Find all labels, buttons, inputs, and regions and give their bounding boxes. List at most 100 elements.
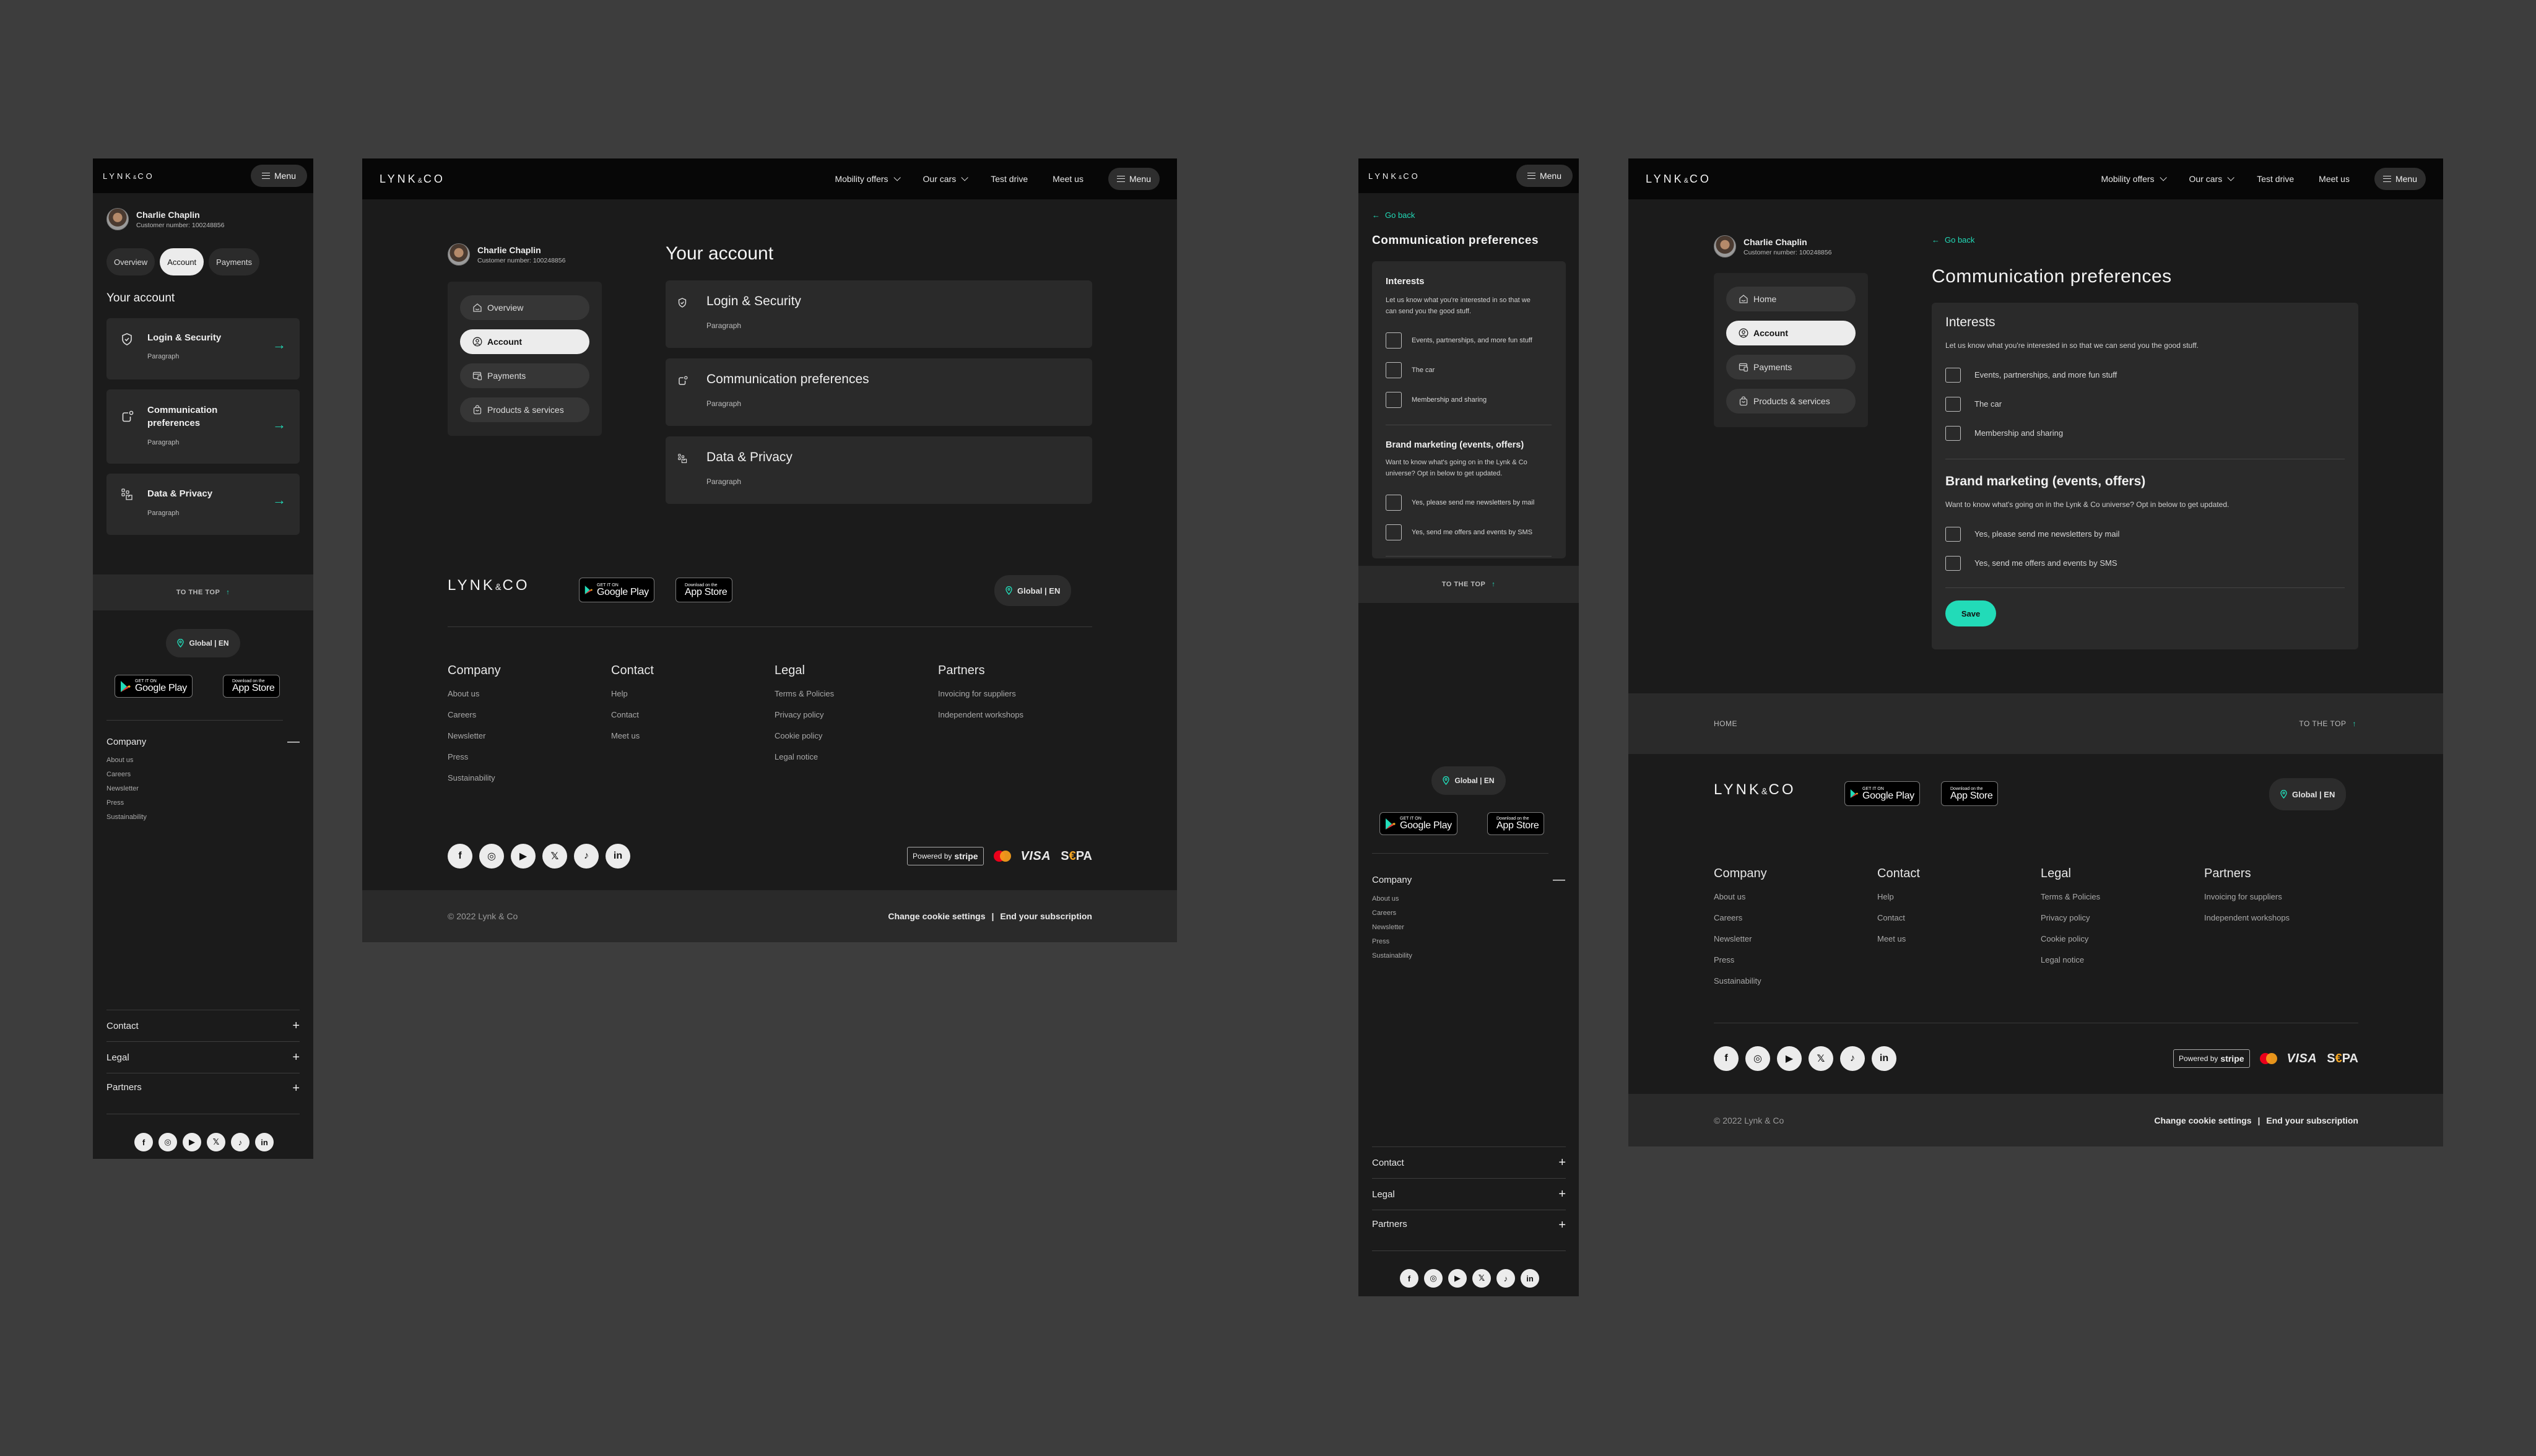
checkbox-sms[interactable]: Yes, send me offers and events by SMS xyxy=(1386,518,1552,547)
footer-link[interactable]: Careers xyxy=(448,710,611,719)
card-data-privacy[interactable]: Data & Privacy Paragraph xyxy=(666,436,1092,504)
x-icon[interactable]: 𝕏 xyxy=(1809,1046,1833,1071)
checkbox-membership[interactable]: Membership and sharing xyxy=(1945,418,2345,448)
checkbox-sms[interactable]: Yes, send me offers and events by SMS xyxy=(1945,548,2345,578)
checkbox[interactable] xyxy=(1386,362,1402,379)
menu-button[interactable]: Menu xyxy=(1516,165,1573,187)
menu-button[interactable]: Menu xyxy=(1108,168,1160,190)
checkbox[interactable] xyxy=(1386,524,1402,541)
region-selector[interactable]: Global | EN xyxy=(166,629,240,657)
nav-our-cars[interactable]: Our cars xyxy=(2189,174,2235,184)
card-login-security[interactable]: Login & Security Paragraph xyxy=(666,280,1092,348)
checkbox-the-car[interactable]: The car xyxy=(1945,389,2345,418)
save-button[interactable]: Save xyxy=(1945,600,1996,627)
cookie-settings-link[interactable]: Change cookie settings xyxy=(2154,1116,2251,1125)
footer-link[interactable]: Meet us xyxy=(1877,934,2041,943)
checkbox-the-car[interactable]: The car xyxy=(1386,355,1552,385)
nav-mobility-offers[interactable]: Mobility offers xyxy=(2101,174,2167,184)
accordion-company[interactable]: Company — xyxy=(1372,873,1565,886)
nav-mobility-offers[interactable]: Mobility offers xyxy=(835,174,901,184)
cookie-settings-link[interactable]: Change cookie settings xyxy=(888,911,985,921)
app-store-badge[interactable]: Download on the App Store xyxy=(675,578,733,602)
footer-link[interactable]: Newsletter xyxy=(1372,924,1412,931)
footer-link[interactable]: Newsletter xyxy=(106,785,147,792)
tiktok-icon[interactable]: ♪ xyxy=(1840,1046,1865,1071)
footer-link[interactable]: Careers xyxy=(1372,909,1412,917)
linkedin-icon[interactable]: in xyxy=(1872,1046,1896,1071)
linkedin-icon[interactable]: in xyxy=(255,1133,274,1151)
footer-link[interactable]: Invoicing for suppliers xyxy=(938,689,1092,698)
sidebar-item-payments[interactable]: Payments xyxy=(1726,355,1856,379)
lynk-co-logo[interactable]: LYNK&CO xyxy=(380,173,445,186)
instagram-icon[interactable]: ◎ xyxy=(158,1133,177,1151)
card-communication-preferences[interactable]: Communication preferences Paragraph xyxy=(666,358,1092,426)
accordion-legal[interactable]: Legal + xyxy=(106,1042,300,1073)
nav-meet-us[interactable]: Meet us xyxy=(1053,174,1083,184)
footer-link[interactable]: Press xyxy=(106,799,147,807)
checkbox-membership[interactable]: Membership and sharing xyxy=(1386,385,1552,415)
footer-logo[interactable]: LYNK&CO xyxy=(1714,781,1796,799)
footer-link[interactable]: Legal notice xyxy=(775,752,938,761)
lynk-co-logo[interactable]: LYNK&CO xyxy=(1646,173,1711,186)
facebook-icon[interactable]: f xyxy=(134,1133,153,1151)
footer-link[interactable]: Legal notice xyxy=(2041,955,2204,964)
footer-link[interactable]: Contact xyxy=(1877,913,2041,922)
region-selector[interactable]: Global | EN xyxy=(1431,766,1506,795)
region-selector[interactable]: Global | EN xyxy=(994,575,1072,606)
linkedin-icon[interactable]: in xyxy=(606,844,630,869)
accordion-legal[interactable]: Legal + xyxy=(1372,1179,1566,1210)
checkbox-newsletter-mail[interactable]: Yes, please send me newsletters by mail xyxy=(1945,519,2345,548)
footer-link[interactable]: Press xyxy=(1714,955,1877,964)
checkbox[interactable] xyxy=(1945,396,1961,412)
checkbox[interactable] xyxy=(1945,526,1961,542)
card-communication-preferences[interactable]: Communication preferences Paragraph → xyxy=(106,389,300,464)
card-login-security[interactable]: Login & Security Paragraph → xyxy=(106,318,300,379)
accordion-contact[interactable]: Contact + xyxy=(1372,1147,1566,1179)
checkbox[interactable] xyxy=(1386,392,1402,409)
instagram-icon[interactable]: ◎ xyxy=(1745,1046,1770,1071)
footer-link[interactable]: Terms & Policies xyxy=(2041,892,2204,901)
footer-link[interactable]: Newsletter xyxy=(1714,934,1877,943)
x-icon[interactable]: 𝕏 xyxy=(1472,1269,1491,1288)
footer-logo[interactable]: LYNK&CO xyxy=(448,577,530,594)
footer-link[interactable]: About us xyxy=(1372,895,1412,903)
menu-button[interactable]: Menu xyxy=(2374,168,2426,190)
accordion-company[interactable]: Company — xyxy=(106,735,300,748)
breadcrumb-home[interactable]: HOME xyxy=(1714,719,1737,728)
app-store-badge[interactable]: Download on the App Store xyxy=(1941,781,1999,806)
checkbox-events[interactable]: Events, partnerships, and more fun stuff xyxy=(1945,360,2345,389)
footer-link[interactable]: Newsletter xyxy=(448,731,611,740)
to-the-top-link[interactable]: TO THE TOP ↑ xyxy=(2299,719,2356,728)
footer-link[interactable]: Cookie policy xyxy=(2041,934,2204,943)
facebook-icon[interactable]: f xyxy=(1400,1269,1418,1288)
app-store-badge[interactable]: Download on the App Store xyxy=(1487,812,1545,835)
avatar[interactable] xyxy=(448,243,470,266)
youtube-icon[interactable]: ▶ xyxy=(511,844,536,869)
nav-our-cars[interactable]: Our cars xyxy=(923,174,969,184)
footer-link[interactable]: Sustainability xyxy=(1714,976,1877,986)
footer-link[interactable]: Meet us xyxy=(611,731,775,740)
checkbox[interactable] xyxy=(1386,495,1402,511)
accordion-contact[interactable]: Contact + xyxy=(106,1010,300,1042)
go-back-link[interactable]: ← Go back xyxy=(1932,235,1974,245)
footer-link[interactable]: Privacy policy xyxy=(775,710,938,719)
sidebar-item-products-services[interactable]: Products & services xyxy=(460,397,589,422)
sidebar-item-products-services[interactable]: Products & services xyxy=(1726,389,1856,414)
accordion-partners[interactable]: Partners + xyxy=(1372,1210,1566,1251)
footer-link[interactable]: Help xyxy=(1877,892,2041,901)
x-icon[interactable]: 𝕏 xyxy=(542,844,567,869)
sidebar-item-account[interactable]: Account xyxy=(460,329,589,354)
card-data-privacy[interactable]: Data & Privacy Paragraph → xyxy=(106,474,300,535)
go-back-link[interactable]: ← Go back xyxy=(1372,210,1415,220)
tiktok-icon[interactable]: ♪ xyxy=(574,844,599,869)
footer-link[interactable]: Privacy policy xyxy=(2041,913,2204,922)
footer-link[interactable]: Press xyxy=(448,752,611,761)
google-play-badge[interactable]: GET IT ON Google Play xyxy=(115,675,193,698)
checkbox[interactable] xyxy=(1945,425,1961,441)
avatar[interactable] xyxy=(1714,235,1736,258)
lynk-co-logo[interactable]: LYNK&CO xyxy=(1368,171,1420,181)
footer-link[interactable]: Sustainability xyxy=(448,773,611,782)
sidebar-item-home[interactable]: Home xyxy=(1726,287,1856,311)
sidebar-item-payments[interactable]: Payments xyxy=(460,363,589,388)
x-icon[interactable]: 𝕏 xyxy=(207,1133,225,1151)
